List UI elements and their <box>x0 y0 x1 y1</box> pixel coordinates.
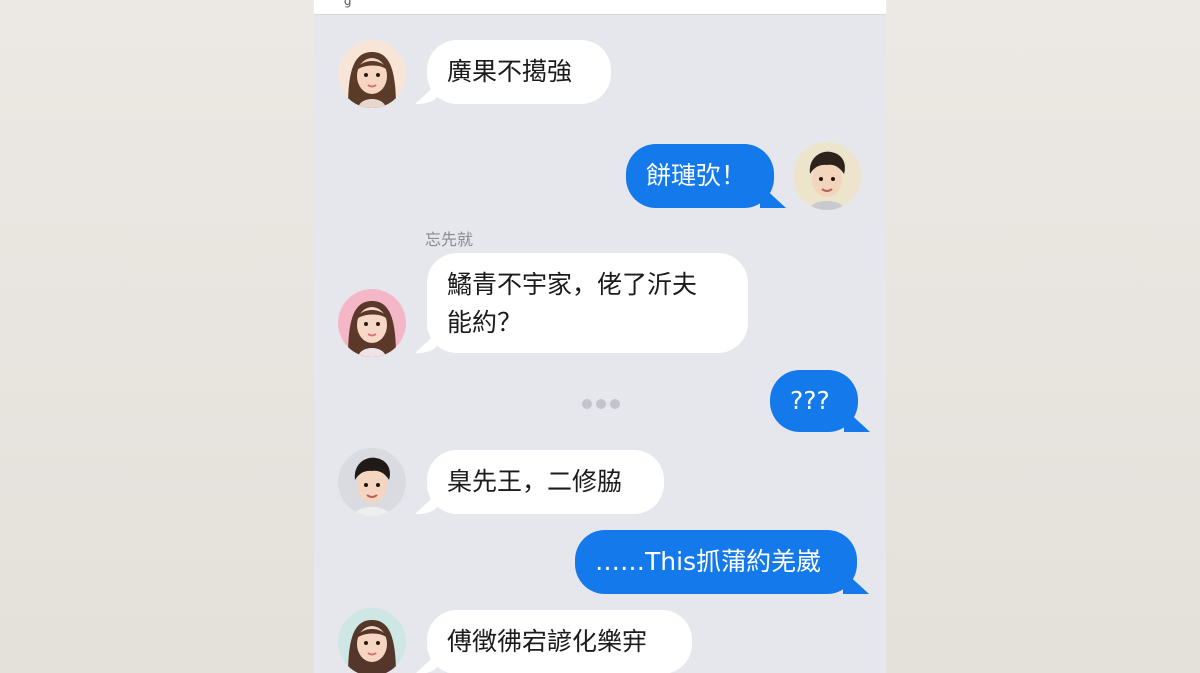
message-bubble-outgoing[interactable]: ??? <box>770 370 858 432</box>
female-avatar-icon[interactable] <box>338 289 406 357</box>
sender-name: 忘先就 <box>425 230 474 249</box>
message-bubble-outgoing[interactable]: ……This抓蒲約羌崴 <box>575 530 857 594</box>
male-avatar-icon[interactable] <box>793 142 861 210</box>
chat-header: ’g <box>314 0 886 15</box>
male-avatar-icon[interactable] <box>338 448 406 516</box>
message-text: 廣果不擖強 <box>447 57 573 86</box>
typing-dot <box>610 399 620 409</box>
message-bubble-incoming[interactable]: 傅徴彿宕諺化樂宑 <box>427 610 692 673</box>
chat-window: ’g 廣果不擖強 餅璉弞！ 忘先就 鱊青不宇家，佬了沂夫 能約？ ??? 臬先王… <box>314 0 886 673</box>
message-bubble-outgoing[interactable]: 餅璉弞！ <box>626 144 774 208</box>
message-text: 餅璉弞！ <box>646 161 747 190</box>
header-partial-text: ’g <box>340 0 352 8</box>
typing-dot <box>596 399 606 409</box>
female-avatar-icon[interactable] <box>338 40 406 108</box>
message-text: ……This抓蒲約羌崴 <box>595 547 822 576</box>
female-avatar-icon[interactable] <box>338 608 406 673</box>
message-text: 臬先王，二修脇 <box>447 467 623 496</box>
background-right <box>886 0 1200 673</box>
typing-dots-icon <box>582 399 620 409</box>
typing-dot <box>582 399 592 409</box>
message-text-line-1: 鱊青不宇家，佬了沂夫 <box>447 270 698 299</box>
message-text: ??? <box>790 386 830 415</box>
message-bubble-incoming[interactable]: 鱊青不宇家，佬了沂夫 能約？ <box>427 253 748 353</box>
background-left <box>0 0 314 673</box>
message-text-line-2: 能約？ <box>447 308 523 337</box>
message-text: 傅徴彿宕諺化樂宑 <box>447 627 648 656</box>
message-bubble-incoming[interactable]: 廣果不擖強 <box>427 40 611 104</box>
message-bubble-incoming[interactable]: 臬先王，二修脇 <box>427 450 664 514</box>
